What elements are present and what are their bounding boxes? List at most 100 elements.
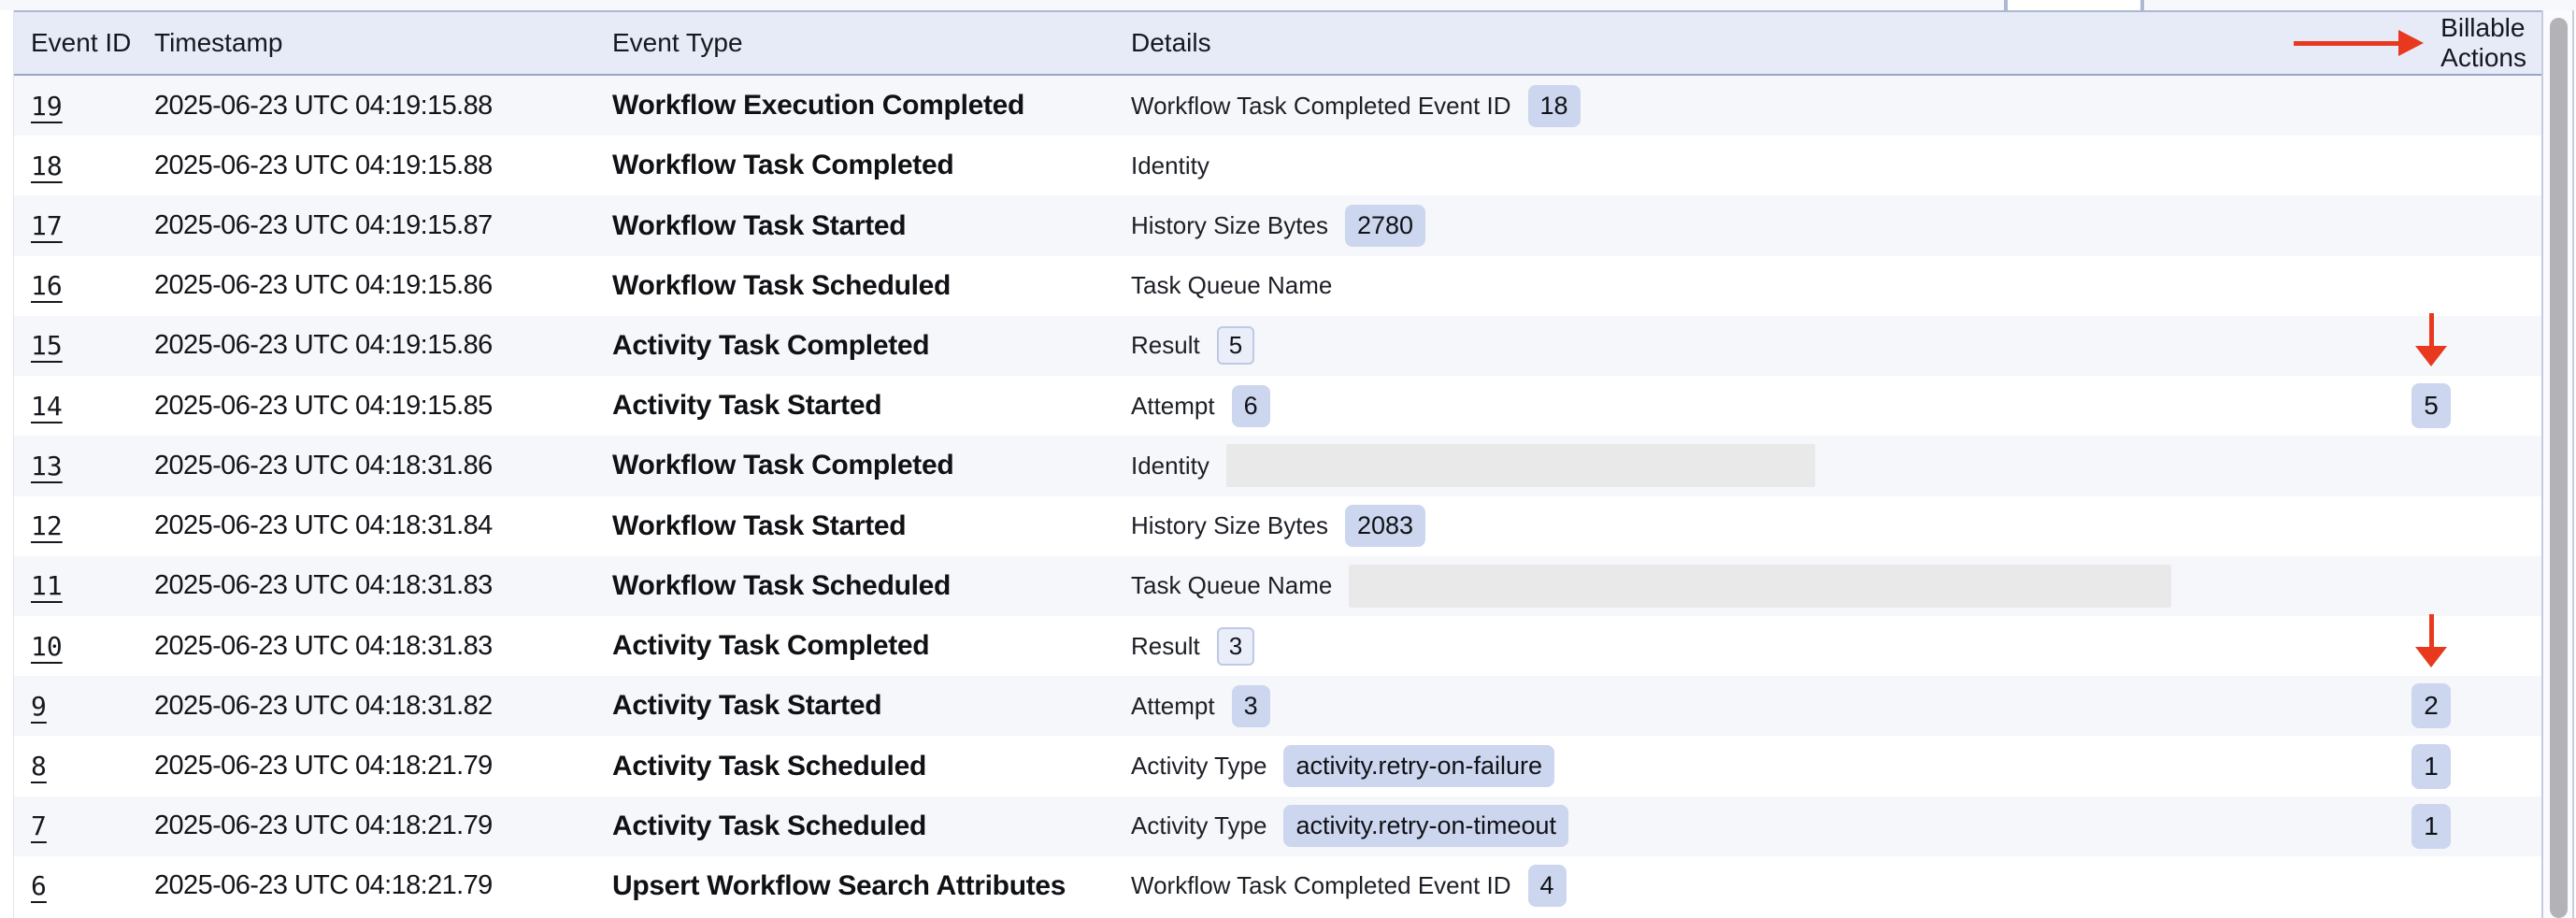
timestamp-text: 2025-06-23 UTC 04:19:15.85 (154, 391, 493, 421)
event-id-link[interactable]: 7 (31, 810, 47, 841)
detail-label: Identity (1131, 452, 1209, 481)
event-id-link[interactable]: 19 (31, 91, 63, 122)
table-row[interactable]: 11 2025-06-23 UTC 04:18:31.83 Workflow T… (14, 556, 2541, 616)
billable-count-chip: 1 (2411, 744, 2451, 789)
billable-count-chip: 1 (2411, 804, 2451, 849)
table-row[interactable]: 8 2025-06-23 UTC 04:18:21.79 Activity Ta… (14, 736, 2541, 796)
detail-label: Result (1131, 632, 1200, 661)
detail-label: Identity (1131, 151, 1209, 180)
column-header-details: Details (1131, 28, 2336, 58)
detail-label: Task Queue Name (1131, 571, 1332, 600)
table-header-row: Event ID Timestamp Event Type Details Bi… (14, 10, 2541, 76)
detail-value-chip: 18 (1528, 85, 1581, 127)
table-row[interactable]: 7 2025-06-23 UTC 04:18:21.79 Activity Ta… (14, 796, 2541, 856)
event-type-text: Workflow Task Started (612, 510, 906, 541)
detail-label: Attempt (1131, 392, 1215, 421)
detail-label: Activity Type (1131, 811, 1267, 840)
timestamp-text: 2025-06-23 UTC 04:19:15.86 (154, 270, 493, 300)
vertical-scrollbar-track[interactable] (2541, 10, 2574, 918)
timestamp-text: 2025-06-23 UTC 04:18:31.83 (154, 631, 493, 661)
table-body: 19 2025-06-23 UTC 04:19:15.88 Workflow E… (14, 76, 2541, 916)
timestamp-text: 2025-06-23 UTC 04:19:15.88 (154, 91, 493, 121)
table-row[interactable]: 15 2025-06-23 UTC 04:19:15.86 Activity T… (14, 316, 2541, 376)
event-id-link[interactable]: 14 (31, 391, 63, 422)
detail-value-chip: 3 (1217, 627, 1254, 666)
detail-value-chip: 2083 (1345, 505, 1425, 547)
event-id-link[interactable]: 10 (31, 631, 63, 662)
table-row[interactable]: 19 2025-06-23 UTC 04:19:15.88 Workflow E… (14, 76, 2541, 136)
event-type-text: Workflow Execution Completed (612, 90, 1024, 121)
table-row[interactable]: 18 2025-06-23 UTC 04:19:15.88 Workflow T… (14, 136, 2541, 195)
timestamp-text: 2025-06-23 UTC 04:18:31.84 (154, 510, 493, 540)
column-header-event-type: Event Type (612, 28, 1131, 58)
timestamp-text: 2025-06-23 UTC 04:18:31.86 (154, 451, 493, 481)
timestamp-text: 2025-06-23 UTC 04:18:21.79 (154, 810, 493, 840)
event-type-text: Activity Task Scheduled (612, 810, 926, 841)
event-id-link[interactable]: 6 (31, 870, 47, 901)
event-id-link[interactable]: 16 (31, 270, 63, 301)
event-type-text: Activity Task Completed (612, 330, 929, 361)
redacted-value-box (1226, 444, 1815, 487)
column-header-event-id: Event ID (14, 28, 154, 58)
event-type-text: Workflow Task Completed (612, 150, 953, 180)
event-id-link[interactable]: 17 (31, 210, 63, 241)
detail-label: Workflow Task Completed Event ID (1131, 871, 1511, 900)
event-type-text: Workflow Task Completed (612, 450, 953, 481)
red-arrow-right-annotation-icon (2294, 30, 2424, 56)
event-type-text: Workflow Task Started (612, 210, 906, 241)
detail-value-chip: 5 (1217, 326, 1254, 365)
event-type-text: Upsert Workflow Search Attributes (612, 870, 1066, 901)
timestamp-text: 2025-06-23 UTC 04:19:15.87 (154, 210, 493, 240)
event-id-link[interactable]: 15 (31, 330, 63, 361)
detail-label: Task Queue Name (1131, 271, 1332, 300)
event-type-text: Activity Task Started (612, 390, 881, 421)
timestamp-text: 2025-06-23 UTC 04:18:21.79 (154, 751, 493, 781)
table-row[interactable]: 9 2025-06-23 UTC 04:18:31.82 Activity Ta… (14, 676, 2541, 736)
event-id-link[interactable]: 18 (31, 151, 63, 181)
redacted-value-box (1349, 565, 2171, 608)
timestamp-text: 2025-06-23 UTC 04:19:15.88 (154, 151, 493, 180)
billable-count-chip: 2 (2411, 683, 2451, 728)
red-arrow-down-annotation-icon (2415, 313, 2447, 366)
timestamp-text: 2025-06-23 UTC 04:19:15.86 (154, 330, 493, 360)
table-row[interactable]: 17 2025-06-23 UTC 04:19:15.87 Workflow T… (14, 195, 2541, 255)
event-history-table: Event ID Timestamp Event Type Details Bi… (13, 10, 2541, 918)
detail-value-chip: 2780 (1345, 205, 1425, 247)
detail-value-chip: 3 (1232, 685, 1270, 727)
table-row[interactable]: 12 2025-06-23 UTC 04:18:31.84 Workflow T… (14, 496, 2541, 556)
detail-label: History Size Bytes (1131, 511, 1328, 540)
event-id-link[interactable]: 8 (31, 751, 47, 782)
table-row[interactable]: 16 2025-06-23 UTC 04:19:15.86 Workflow T… (14, 256, 2541, 316)
red-arrow-down-annotation-icon (2415, 614, 2447, 667)
detail-label: Activity Type (1131, 752, 1267, 781)
timestamp-text: 2025-06-23 UTC 04:18:31.83 (154, 570, 493, 600)
billable-count-chip: 5 (2411, 383, 2451, 428)
detail-value-chip: 4 (1528, 865, 1567, 907)
event-type-text: Workflow Task Scheduled (612, 270, 951, 301)
event-type-text: Activity Task Started (612, 690, 881, 721)
detail-label: Workflow Task Completed Event ID (1131, 92, 1511, 121)
vertical-scrollbar-thumb[interactable] (2550, 18, 2568, 918)
timestamp-text: 2025-06-23 UTC 04:18:21.79 (154, 870, 493, 900)
detail-value-chip: activity.retry-on-failure (1283, 745, 1554, 787)
column-header-timestamp: Timestamp (154, 28, 612, 58)
billable-actions-header-label: Billable Actions (2440, 13, 2526, 73)
event-id-link[interactable]: 12 (31, 510, 63, 541)
table-row[interactable]: 13 2025-06-23 UTC 04:18:31.86 Workflow T… (14, 436, 2541, 495)
event-id-link[interactable]: 9 (31, 691, 47, 722)
table-row[interactable]: 10 2025-06-23 UTC 04:18:31.83 Activity T… (14, 616, 2541, 676)
event-type-text: Activity Task Completed (612, 630, 929, 661)
event-type-text: Activity Task Scheduled (612, 751, 926, 782)
detail-value-chip: 6 (1232, 385, 1270, 427)
event-id-link[interactable]: 13 (31, 451, 63, 481)
event-id-link[interactable]: 11 (31, 570, 63, 601)
cutoff-control-above-table (2004, 0, 2144, 10)
table-row[interactable]: 14 2025-06-23 UTC 04:19:15.85 Activity T… (14, 376, 2541, 436)
detail-value-chip: activity.retry-on-timeout (1283, 805, 1568, 847)
top-strip (0, 0, 2576, 10)
timestamp-text: 2025-06-23 UTC 04:18:31.82 (154, 691, 493, 721)
column-header-billable-actions: Billable Actions (2336, 13, 2541, 73)
table-row[interactable]: 6 2025-06-23 UTC 04:18:21.79 Upsert Work… (14, 856, 2541, 916)
detail-label: Result (1131, 331, 1200, 360)
detail-label: History Size Bytes (1131, 211, 1328, 240)
